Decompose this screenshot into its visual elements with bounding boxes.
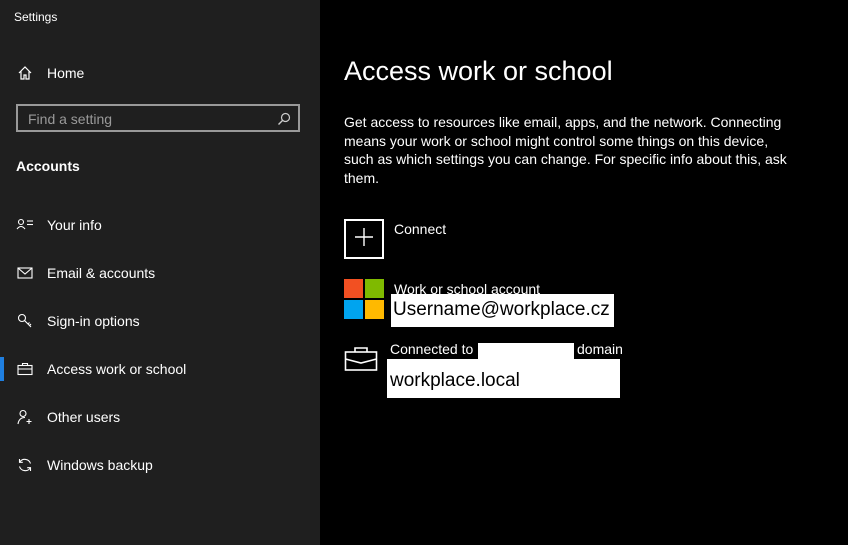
sidebar-item-label: Other users bbox=[47, 409, 121, 425]
sidebar-item-label: Your info bbox=[47, 217, 102, 233]
sync-icon bbox=[16, 456, 34, 474]
app-title: Settings bbox=[14, 10, 58, 24]
page-description: Get access to resources like email, apps… bbox=[344, 114, 787, 186]
person-card-icon bbox=[16, 216, 34, 234]
nav-home-label: Home bbox=[47, 65, 85, 81]
sidebar-item-other-users[interactable]: Other users bbox=[0, 397, 320, 437]
domain-box: workplace.local bbox=[387, 359, 620, 398]
sidebar-item-label: Access work or school bbox=[47, 361, 187, 377]
sidebar-item-email-accounts[interactable]: Email & accounts bbox=[0, 253, 320, 293]
envelope-icon bbox=[16, 264, 34, 282]
active-indicator bbox=[0, 357, 4, 381]
domain-value: workplace.local bbox=[390, 370, 520, 391]
section-title: Accounts bbox=[16, 158, 80, 174]
sidebar-item-label: Sign-in options bbox=[47, 313, 140, 329]
nav-home[interactable]: Home bbox=[0, 57, 320, 89]
search-input[interactable] bbox=[26, 109, 270, 129]
domain-prefix: Connected to bbox=[390, 341, 474, 357]
sidebar-item-access-work-or-school[interactable]: Access work or school bbox=[0, 349, 320, 389]
account-username: Username@workplace.cz bbox=[393, 299, 610, 320]
domain-suffix: domain bbox=[577, 341, 623, 357]
plus-icon bbox=[354, 227, 374, 252]
person-add-icon bbox=[16, 408, 34, 426]
redacted-domain-name bbox=[478, 343, 574, 359]
search-box bbox=[16, 104, 300, 132]
key-icon bbox=[16, 312, 34, 330]
home-icon bbox=[16, 64, 34, 82]
username-box: Username@workplace.cz bbox=[391, 294, 614, 327]
microsoft-logo-icon bbox=[344, 279, 384, 319]
connect-button[interactable] bbox=[344, 219, 384, 259]
sidebar-item-label: Windows backup bbox=[47, 457, 153, 473]
sidebar-item-label: Email & accounts bbox=[47, 265, 156, 281]
main-content: Access work or school Get access to reso… bbox=[320, 0, 848, 545]
sidebar-item-sign-in-options[interactable]: Sign-in options bbox=[0, 301, 320, 341]
search-icon[interactable] bbox=[276, 111, 292, 127]
connect-label[interactable]: Connect bbox=[394, 221, 446, 237]
briefcase-icon bbox=[16, 360, 34, 378]
sidebar: Settings Home Accounts Your info Email &… bbox=[0, 0, 320, 545]
briefcase-icon bbox=[344, 346, 378, 372]
sidebar-item-windows-backup[interactable]: Windows backup bbox=[0, 445, 320, 485]
sidebar-item-your-info[interactable]: Your info bbox=[0, 205, 320, 245]
page-title: Access work or school bbox=[344, 56, 613, 86]
